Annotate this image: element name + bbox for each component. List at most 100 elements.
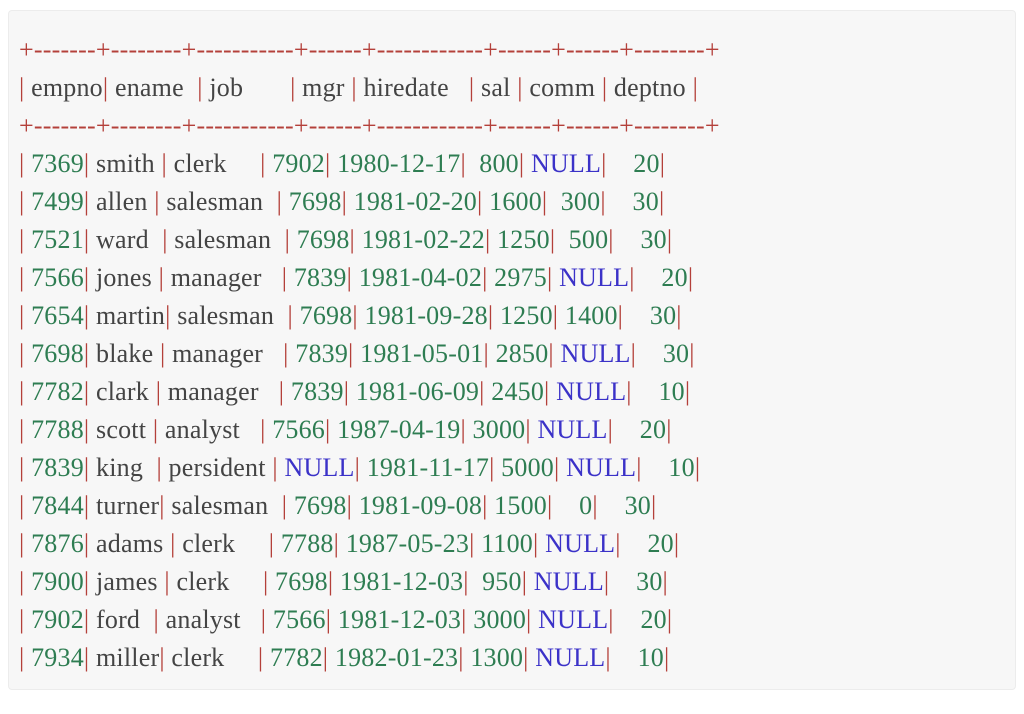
cell-sal: 950 [468, 567, 522, 596]
console-output-panel: +-------+--------+-----------+------+---… [8, 10, 1016, 690]
table-rule-text: +-------+--------+-----------+------+---… [19, 681, 720, 689]
cell-job: analyst [158, 605, 261, 634]
cell-job: manager [165, 339, 284, 368]
table-rule-text: +-------+--------+-----------+------+---… [19, 111, 720, 140]
cell-deptno: 30 [605, 187, 659, 216]
query-result-table: +-------+--------+-----------+------+---… [19, 31, 1015, 689]
cell-mgr: 7839 [288, 339, 349, 368]
column-divider: | [666, 225, 673, 254]
cell-sal: 1250 [490, 225, 550, 254]
cell-sal: 5000 [494, 453, 554, 482]
cell-ename: scott [89, 415, 153, 444]
cell-sal: 1500 [487, 491, 547, 520]
cell-mgr: 7902 [265, 149, 325, 178]
table-row: | 7934| miller| clerk | 7782| 1982-01-23… [19, 639, 1015, 677]
cell-sal: 2975 [487, 263, 547, 292]
cell-hiredate: 1981-02-20 [346, 187, 478, 216]
cell-mgr: NULL [277, 453, 355, 482]
cell-deptno: 30 [623, 301, 677, 330]
column-divider: | [659, 149, 666, 178]
cell-hiredate: 1981-09-08 [352, 491, 483, 520]
cell-sal: 2450 [484, 377, 545, 406]
table-row: | 7521| ward | salesman | 7698| 1981-02-… [19, 221, 1015, 259]
cell-deptno: 20 [634, 263, 688, 292]
cell-job: analyst [158, 415, 261, 444]
column-header-comm: comm [522, 73, 602, 102]
column-divider: | [662, 567, 668, 596]
cell-job: manager [161, 377, 279, 406]
cell-comm: NULL [527, 567, 604, 596]
cell-mgr: 7566 [266, 605, 326, 634]
column-divider: | [684, 377, 691, 406]
cell-empno: 7900 [24, 567, 84, 596]
cell-job: clerk [169, 567, 263, 596]
cell-ename: ford [89, 605, 154, 634]
cell-sal: 1300 [463, 643, 524, 672]
table-row: | 7369| smith | clerk | 7902| 1980-12-17… [19, 145, 1015, 183]
cell-comm: NULL [530, 415, 608, 444]
cell-ename: martin [89, 301, 166, 330]
table-row: | 7499| allen | salesman | 7698| 1981-02… [19, 183, 1015, 221]
cell-hiredate: 1987-04-19 [330, 415, 461, 444]
column-divider: | [658, 187, 665, 216]
table-header-row: | empno| ename | job | mgr | hiredate | … [19, 69, 1015, 107]
cell-job: manager [164, 263, 282, 292]
cell-ename: allen [89, 187, 155, 216]
column-header-job: job [202, 73, 291, 102]
cell-job: clerk [166, 149, 261, 178]
cell-comm: 300 [547, 187, 601, 216]
cell-empno: 7839 [24, 453, 84, 482]
column-divider: | [663, 643, 670, 672]
column-header-mgr: mgr [295, 73, 352, 102]
cell-hiredate: 1987-05-23 [339, 529, 470, 558]
column-divider: | [650, 491, 657, 520]
cell-hiredate: 1981-04-02 [352, 263, 483, 292]
cell-empno: 7654 [24, 301, 84, 330]
cell-empno: 7782 [24, 377, 84, 406]
cell-job: persident [161, 453, 273, 482]
cell-deptno: 20 [606, 149, 660, 178]
cell-hiredate: 1981-09-28 [357, 301, 488, 330]
table-row: | 7566| jones | manager | 7839| 1981-04-… [19, 259, 1015, 297]
cell-comm: 500 [555, 225, 609, 254]
cell-empno: 7934 [24, 643, 84, 672]
column-divider: | [666, 605, 673, 634]
cell-empno: 7844 [24, 491, 84, 520]
cell-job: clerk [164, 643, 258, 672]
column-divider: | [666, 415, 672, 444]
cell-deptno: 30 [609, 567, 663, 596]
cell-deptno: 20 [613, 605, 667, 634]
cell-hiredate: 1980-12-17 [330, 149, 461, 178]
table-row: | 7844| turner| salesman | 7698| 1981-09… [19, 487, 1015, 525]
cell-empno: 7902 [24, 605, 84, 634]
cell-sal: 2850 [488, 339, 549, 368]
cell-empno: 7521 [24, 225, 84, 254]
cell-mgr: 7839 [284, 377, 344, 406]
cell-job: salesman [167, 225, 285, 254]
column-divider: | [694, 453, 701, 482]
column-divider: | [692, 73, 698, 102]
cell-sal: 1250 [493, 301, 553, 330]
cell-deptno: 20 [620, 529, 674, 558]
cell-hiredate: 1981-02-22 [354, 225, 485, 254]
cell-mgr: 7788 [274, 529, 334, 558]
cell-mgr: 7782 [263, 643, 323, 672]
cell-deptno: 30 [636, 339, 690, 368]
column-header-ename: ename [108, 73, 198, 102]
cell-job: clerk [175, 529, 269, 558]
cell-comm: NULL [524, 149, 602, 178]
table-row: | 7654| martin| salesman | 7698| 1981-09… [19, 297, 1015, 335]
cell-empno: 7369 [24, 149, 84, 178]
table-row: | 7788| scott | analyst | 7566| 1987-04-… [19, 411, 1015, 449]
cell-hiredate: 1981-12-03 [331, 605, 462, 634]
cell-ename: james [89, 567, 165, 596]
cell-sal: 3000 [465, 415, 526, 444]
table-row: | 7876| adams | clerk | 7788| 1987-05-23… [19, 525, 1015, 563]
cell-comm: NULL [538, 529, 616, 558]
cell-mgr: 7839 [287, 263, 347, 292]
cell-comm: 0 [552, 491, 593, 520]
cell-mgr: 7698 [292, 301, 353, 330]
cell-job: salesman [164, 491, 282, 520]
table-row: | 7902| ford | analyst | 7566| 1981-12-0… [19, 601, 1015, 639]
cell-empno: 7698 [24, 339, 84, 368]
